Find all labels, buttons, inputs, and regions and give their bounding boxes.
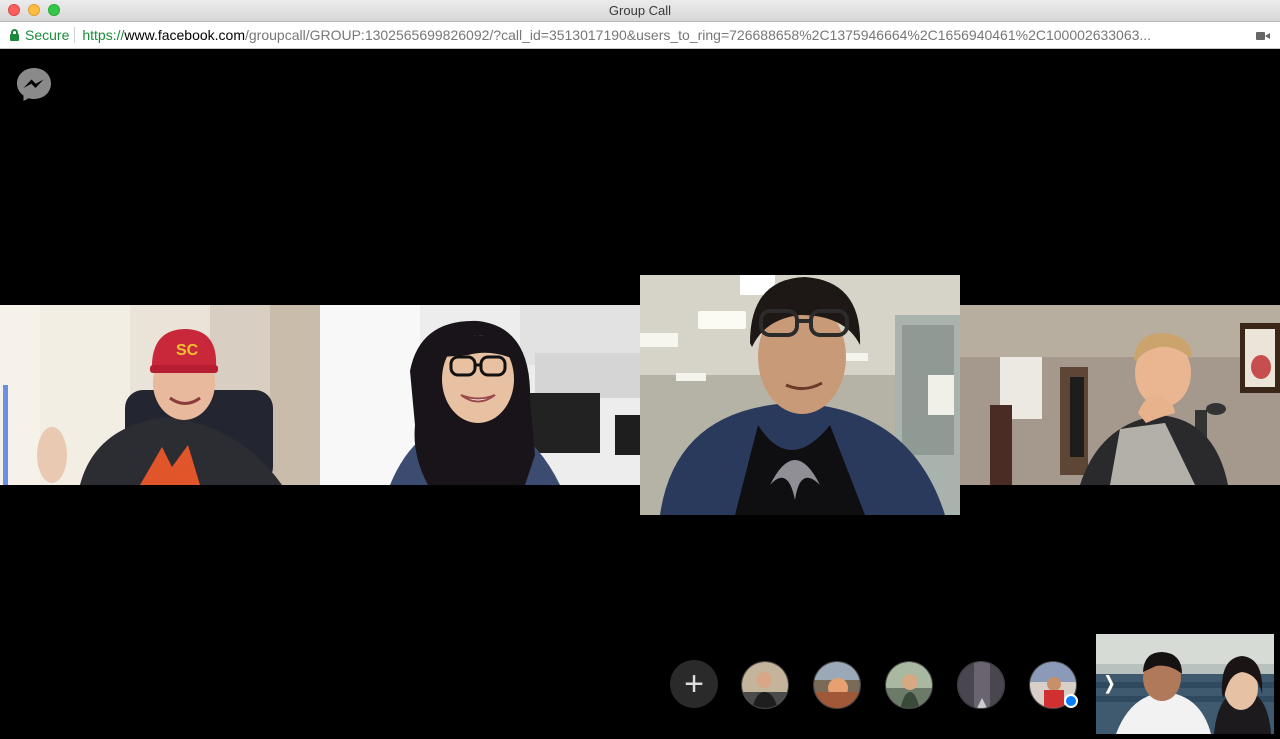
- address-divider: [74, 27, 76, 43]
- secure-label: Secure: [25, 27, 70, 43]
- window-titlebar: Group Call: [0, 0, 1280, 22]
- participant-video-1[interactable]: SC: [0, 305, 320, 485]
- close-window-button[interactable]: [8, 4, 20, 16]
- add-icon: +: [684, 665, 704, 703]
- avatar-2[interactable]: [813, 661, 861, 709]
- avatar-3[interactable]: [885, 661, 933, 709]
- address-bar[interactable]: Secure https:// www.facebook.com /groupc…: [0, 22, 1280, 49]
- minimize-window-button[interactable]: [28, 4, 40, 16]
- svg-text:SC: SC: [176, 342, 199, 359]
- avatar-4[interactable]: [957, 661, 1005, 709]
- participant-video-3[interactable]: [640, 275, 960, 515]
- messenger-badge-icon: [1064, 694, 1078, 708]
- self-view-video[interactable]: [1096, 634, 1274, 734]
- camera-icon[interactable]: [1256, 31, 1270, 41]
- participant-video-2[interactable]: [320, 305, 640, 485]
- zoom-window-button[interactable]: [48, 4, 60, 16]
- url-path: /groupcall/GROUP:1302565699826092/?call_…: [245, 27, 1152, 43]
- url-scheme: https://: [82, 27, 125, 43]
- participant-video-4[interactable]: [960, 305, 1280, 485]
- chevron-left-icon[interactable]: ❭: [1102, 673, 1117, 694]
- lock-icon: [10, 29, 19, 41]
- avatar-1[interactable]: [741, 661, 789, 709]
- url-host: www.facebook.com: [124, 27, 245, 43]
- window-controls: [8, 4, 60, 16]
- add-participant-button[interactable]: +: [670, 660, 718, 708]
- window-title: Group Call: [608, 3, 672, 18]
- messenger-icon[interactable]: [16, 66, 52, 102]
